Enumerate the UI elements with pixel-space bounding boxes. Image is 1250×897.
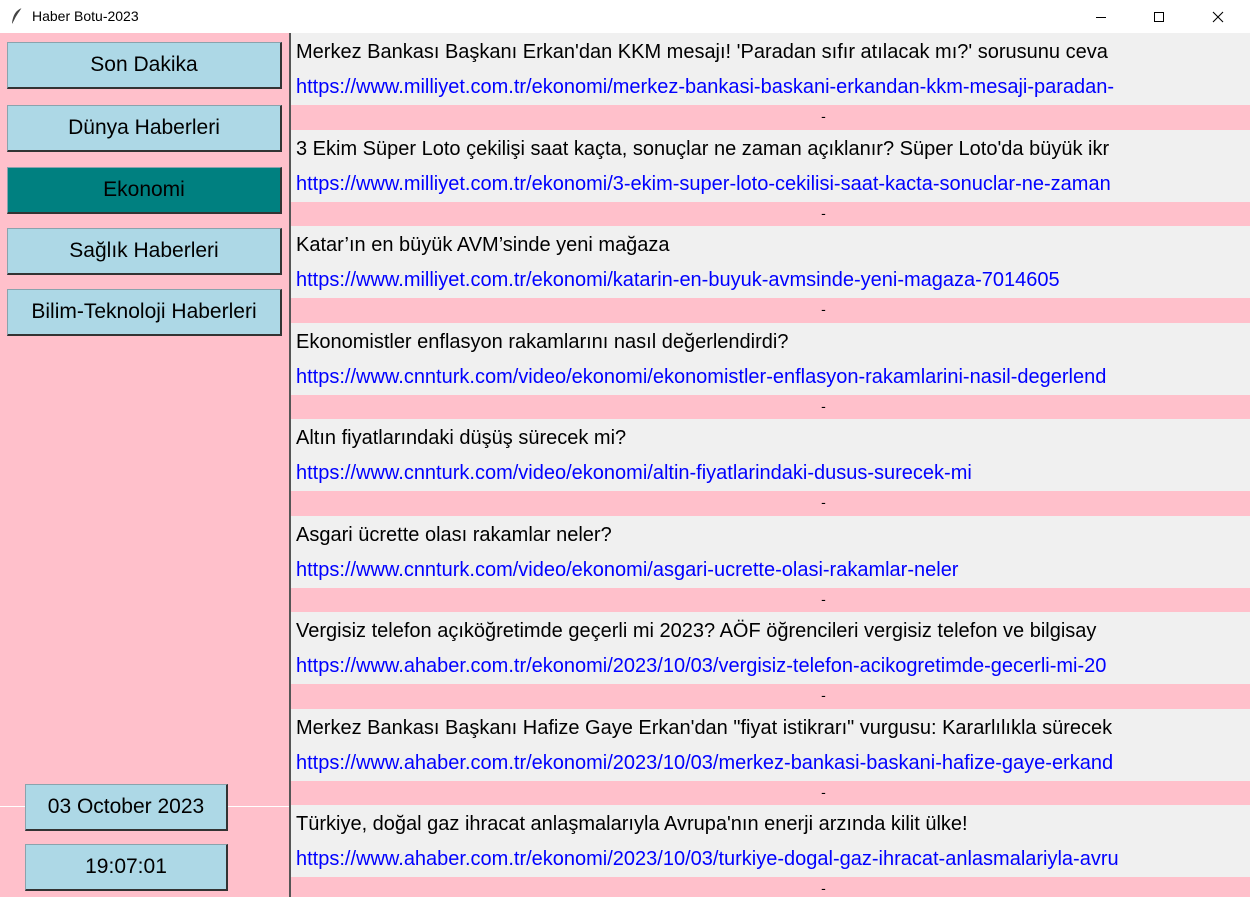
son-dakika-button[interactable]: Son Dakika xyxy=(7,42,282,89)
news-separator: - xyxy=(291,395,1250,420)
dunya-haberleri-button[interactable]: Dünya Haberleri xyxy=(7,105,282,152)
news-link[interactable]: https://www.ahaber.com.tr/ekonomi/2023/1… xyxy=(291,648,1250,684)
time-display[interactable]: 19:07:01 xyxy=(25,844,228,891)
bilim-teknoloji-haberleri-button[interactable]: Bilim-Teknoloji Haberleri xyxy=(7,289,282,336)
minimize-icon xyxy=(1096,16,1106,18)
news-separator: - xyxy=(291,298,1250,323)
news-separator: - xyxy=(291,202,1250,227)
feather-icon xyxy=(12,7,23,24)
news-item: Asgari ücrette olası rakamlar neler? htt… xyxy=(291,516,1250,613)
news-link[interactable]: https://www.cnnturk.com/video/ekonomi/as… xyxy=(291,552,1250,588)
news-title: 3 Ekim Süper Loto çekilişi saat kaçta, s… xyxy=(291,130,1250,166)
maximize-icon xyxy=(1154,11,1164,22)
maximize-button[interactable] xyxy=(1130,0,1188,33)
news-separator: - xyxy=(291,877,1250,897)
news-link[interactable]: https://www.ahaber.com.tr/ekonomi/2023/1… xyxy=(291,841,1250,877)
news-item: Türkiye, doğal gaz ihracat anlaşmalarıyl… xyxy=(291,805,1250,897)
minimize-button[interactable] xyxy=(1072,0,1130,33)
news-title: Merkez Bankası Başkanı Erkan'dan KKM mes… xyxy=(291,33,1250,69)
window-title: Haber Botu-2023 xyxy=(32,8,139,24)
news-item: Vergisiz telefon açıköğretimde geçerli m… xyxy=(291,612,1250,709)
news-title: Türkiye, doğal gaz ihracat anlaşmalarıyl… xyxy=(291,805,1250,841)
news-link[interactable]: https://www.cnnturk.com/video/ekonomi/al… xyxy=(291,455,1250,491)
news-separator: - xyxy=(291,781,1250,806)
news-item: Katar’ın en büyük AVM’sinde yeni mağaza … xyxy=(291,226,1250,323)
news-title: Vergisiz telefon açıköğretimde geçerli m… xyxy=(291,612,1250,648)
news-separator: - xyxy=(291,105,1250,130)
news-item: Altın fiyatlarındaki düşüş sürecek mi? h… xyxy=(291,419,1250,516)
news-list: Merkez Bankası Başkanı Erkan'dan KKM mes… xyxy=(291,33,1250,897)
ekonomi-button[interactable]: Ekonomi xyxy=(7,167,282,214)
close-icon xyxy=(1212,11,1224,22)
date-display[interactable]: 03 October 2023 xyxy=(25,784,228,831)
news-link[interactable]: https://www.milliyet.com.tr/ekonomi/3-ek… xyxy=(291,166,1250,202)
title-bar: Haber Botu-2023 xyxy=(0,0,1250,33)
news-title: Merkez Bankası Başkanı Hafize Gaye Erkan… xyxy=(291,709,1250,745)
news-title: Altın fiyatlarındaki düşüş sürecek mi? xyxy=(291,419,1250,455)
news-item: Merkez Bankası Başkanı Hafize Gaye Erkan… xyxy=(291,709,1250,806)
close-button[interactable] xyxy=(1189,0,1247,33)
news-separator: - xyxy=(291,588,1250,613)
news-link[interactable]: https://www.cnnturk.com/video/ekonomi/ek… xyxy=(291,359,1250,395)
news-link[interactable]: https://www.ahaber.com.tr/ekonomi/2023/1… xyxy=(291,745,1250,781)
news-link[interactable]: https://www.milliyet.com.tr/ekonomi/kata… xyxy=(291,262,1250,298)
news-item: Merkez Bankası Başkanı Erkan'dan KKM mes… xyxy=(291,33,1250,130)
news-item: 3 Ekim Süper Loto çekilişi saat kaçta, s… xyxy=(291,130,1250,227)
saglik-haberleri-button[interactable]: Sağlık Haberleri xyxy=(7,228,282,275)
news-separator: - xyxy=(291,684,1250,709)
news-link[interactable]: https://www.milliyet.com.tr/ekonomi/merk… xyxy=(291,69,1250,105)
news-title: Katar’ın en büyük AVM’sinde yeni mağaza xyxy=(291,226,1250,262)
news-item: Ekonomistler enflasyon rakamlarını nasıl… xyxy=(291,323,1250,420)
news-separator: - xyxy=(291,491,1250,516)
sidebar: Son Dakika Dünya Haberleri Ekonomi Sağlı… xyxy=(0,33,290,897)
news-title: Ekonomistler enflasyon rakamlarını nasıl… xyxy=(291,323,1250,359)
news-title: Asgari ücrette olası rakamlar neler? xyxy=(291,516,1250,552)
